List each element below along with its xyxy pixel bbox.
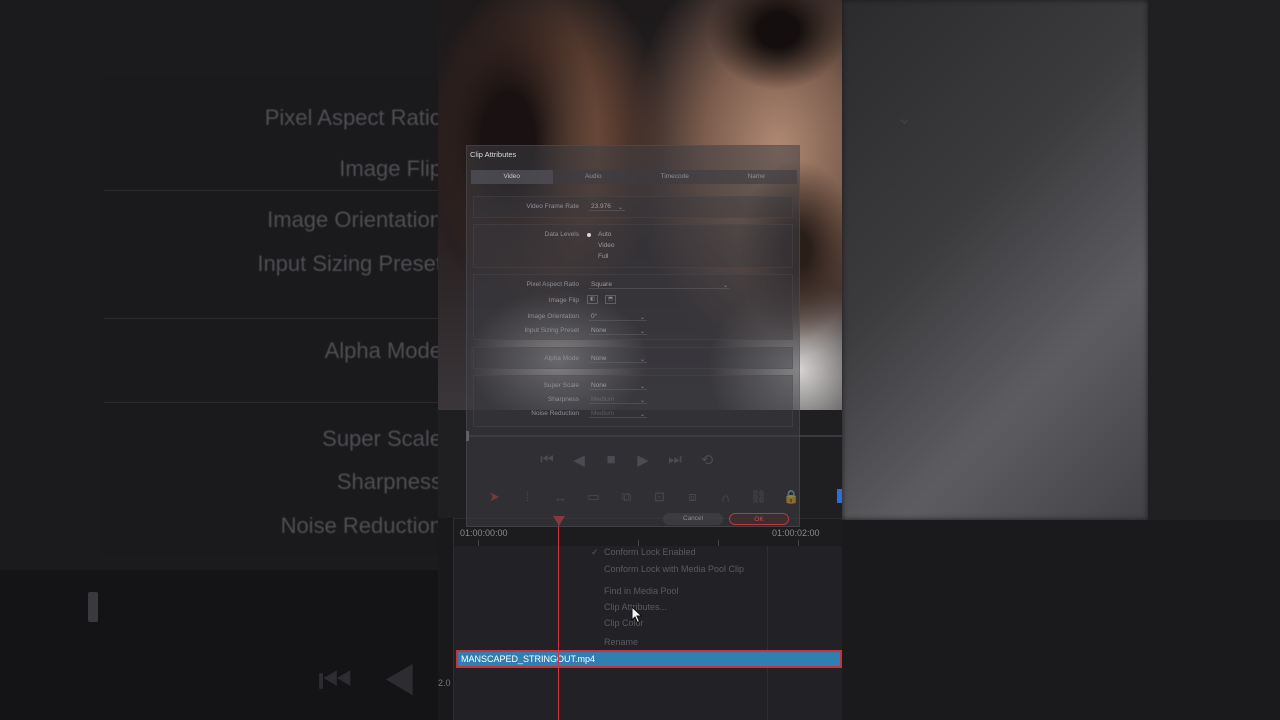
background-label: Alpha Mode <box>324 338 442 363</box>
background-transport-icons: ⏮◀ <box>318 660 447 702</box>
background-divider <box>104 190 438 191</box>
image-orientation-value: 0° <box>591 313 598 320</box>
video-frame-rate-value: 23.976 <box>591 203 611 210</box>
sharpness-label: Sharpness <box>547 396 579 403</box>
noise-reduction-label: Noise Reduction <box>531 410 579 417</box>
noise-reduction-value: Medium <box>591 410 615 417</box>
track-number: 2.0 <box>438 678 451 688</box>
screen: ⌄ Pixel Aspect Ratio Image Flip Image Or… <box>0 0 1280 720</box>
background-scrollbar <box>88 592 98 622</box>
frame-rate-section <box>473 196 793 218</box>
input-sizing-preset-label: Input Sizing Preset <box>524 327 579 334</box>
video-frame-rate-label: Video Frame Rate <box>526 203 579 210</box>
menu-item-conform-lock[interactable]: Conform Lock Enabled <box>604 547 696 557</box>
background-label: Super Scale <box>322 426 442 451</box>
background-footer-right <box>842 520 1280 720</box>
menu-item-find-in-pool[interactable]: Find in Media Pool <box>604 586 679 596</box>
background-photo <box>842 0 1148 520</box>
background-divider <box>104 318 438 319</box>
clip-name: MANSCAPED_STRINGOUT.mp4 <box>461 654 596 664</box>
flag-icon[interactable] <box>837 489 842 503</box>
flip-vertical-icon[interactable]: ⬒ <box>605 295 616 304</box>
chevron-down-icon: ⌄ <box>640 315 646 321</box>
input-sizing-preset-value: None <box>591 327 607 334</box>
background-label: Input Sizing Preset <box>257 251 442 276</box>
cancel-button[interactable]: Cancel <box>663 513 723 525</box>
checkmark-icon: ✓ <box>591 547 599 557</box>
background-label: Image Orientation <box>267 207 442 232</box>
chevron-down-icon: ⌄ <box>640 329 646 335</box>
tab-timecode[interactable]: Timecode <box>634 170 716 184</box>
alpha-mode-label: Alpha Mode <box>544 355 579 362</box>
track-header <box>438 518 454 720</box>
viewer-shading <box>708 0 842 120</box>
timecode-end: 01:00:02:00 <box>772 528 820 538</box>
context-menu: ✓ Conform Lock Enabled Conform Lock with… <box>591 519 771 647</box>
sharpness-value: Medium <box>591 396 615 403</box>
tab-audio[interactable]: Audio <box>553 170 635 184</box>
data-levels-video[interactable]: Video <box>598 242 615 249</box>
tab-video[interactable]: Video <box>471 170 553 184</box>
chevron-down-icon: ⌄ <box>640 398 646 404</box>
radio-auto-selected[interactable] <box>587 233 591 237</box>
image-orientation-select[interactable] <box>589 311 647 321</box>
clip-attributes-dialog: Clip Attributes Video Audio Timecode Nam… <box>466 145 800 527</box>
image-flip-label: Image Flip <box>548 297 579 304</box>
chevron-down-icon: ⌄ <box>618 205 624 211</box>
dialog-title: Clip Attributes <box>470 150 517 159</box>
data-levels-label: Data Levels <box>544 231 579 238</box>
data-levels-auto[interactable]: Auto <box>598 231 611 238</box>
background-label: Noise Reduction <box>280 513 442 538</box>
data-levels-section <box>473 224 793 268</box>
flip-horizontal-icon[interactable]: ◧ <box>587 295 598 304</box>
pixel-aspect-ratio-value: Square <box>591 281 612 288</box>
ok-button[interactable]: OK <box>729 513 789 525</box>
background-chevron-icon: ⌄ <box>896 107 913 129</box>
dialog-tabs: Video Audio Timecode Name <box>471 170 797 184</box>
super-scale-value: None <box>591 382 607 389</box>
data-levels-full[interactable]: Full <box>598 253 608 260</box>
chevron-down-icon: ⌄ <box>640 357 646 363</box>
timecode-start: 01:00:00:00 <box>460 528 508 538</box>
super-scale-label: Super Scale <box>543 382 579 389</box>
image-orientation-label: Image Orientation <box>527 313 579 320</box>
mouse-cursor-icon <box>631 606 643 624</box>
chevron-down-icon: ⌄ <box>640 384 646 390</box>
background-edge <box>1148 0 1280 520</box>
tab-name[interactable]: Name <box>716 170 798 184</box>
menu-item-rename[interactable]: Rename <box>604 637 638 647</box>
alpha-mode-value: None <box>591 355 607 362</box>
playhead[interactable] <box>558 520 559 720</box>
background-label: Pixel Aspect Ratio <box>264 105 442 130</box>
background-label: Sharpness <box>336 469 442 494</box>
pixel-aspect-ratio-label: Pixel Aspect Ratio <box>526 281 579 288</box>
background-divider <box>104 402 438 403</box>
chevron-down-icon: ⌄ <box>640 412 646 418</box>
chevron-down-icon: ⌄ <box>723 283 729 289</box>
timeline-clip[interactable]: MANSCAPED_STRINGOUT.mp4 <box>456 650 842 668</box>
menu-item-conform-lock-pool[interactable]: Conform Lock with Media Pool Clip <box>604 564 744 574</box>
background-label: Image Flip <box>339 156 442 181</box>
